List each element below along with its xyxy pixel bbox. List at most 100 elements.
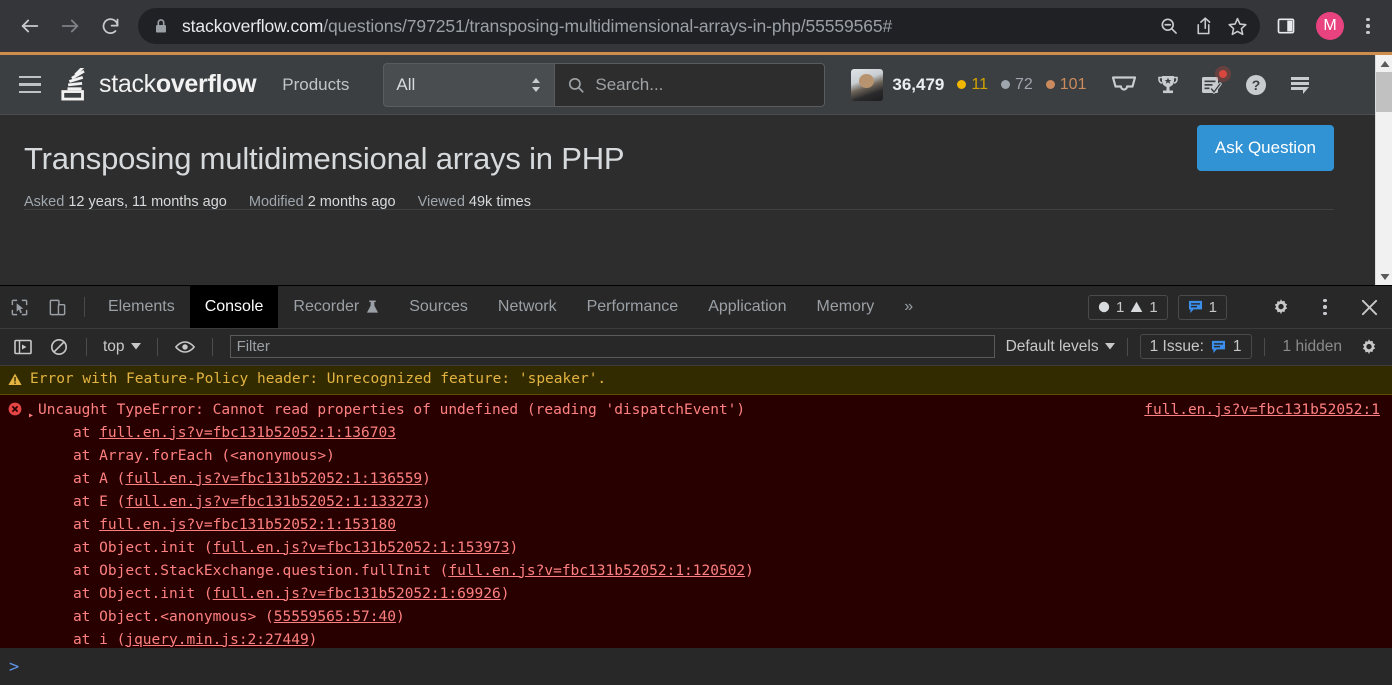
- stack-link[interactable]: jquery.min.js:2:27449: [125, 632, 308, 648]
- console-settings-gear-icon[interactable]: [1354, 332, 1384, 362]
- close-devtools-button[interactable]: [1352, 286, 1386, 329]
- divider: [24, 209, 1334, 210]
- kebab-dot: [1323, 298, 1327, 303]
- side-panel-button[interactable]: [1266, 6, 1306, 46]
- chat-icon[interactable]: [1286, 71, 1314, 99]
- search-input[interactable]: Search...: [555, 62, 826, 107]
- tab-sources[interactable]: Sources: [394, 286, 483, 328]
- stack-paren: ): [745, 562, 754, 579]
- profile-avatar[interactable]: M: [1316, 12, 1344, 40]
- devtools-menu-button[interactable]: [1308, 286, 1342, 329]
- header-icon-group: ?: [1110, 65, 1314, 99]
- stack-link[interactable]: full.en.js?v=fbc131b52052:1:153973: [213, 540, 510, 556]
- tab-label: Elements: [108, 298, 175, 315]
- help-icon[interactable]: ?: [1242, 71, 1270, 99]
- tab-console[interactable]: Console: [189, 286, 279, 328]
- stack-link[interactable]: full.en.js?v=fbc131b52052:1:69926: [213, 586, 501, 602]
- gold-badge-dot: [957, 80, 967, 89]
- tab-memory[interactable]: Memory: [801, 286, 889, 328]
- console-message-list[interactable]: Error with Feature-Policy header: Unreco…: [0, 365, 1392, 649]
- issues-message-icon: [1211, 340, 1225, 353]
- error-warning-badge[interactable]: 1 1: [1087, 294, 1168, 320]
- page-scrollbar[interactable]: [1375, 55, 1392, 285]
- stack-link[interactable]: full.en.js?v=fbc131b52052:1:136559: [125, 471, 422, 487]
- question-stats: Asked 12 years, 11 months ago Modified 2…: [24, 194, 1351, 210]
- error-source-link[interactable]: full.en.js?v=fbc131b52052:1: [1144, 399, 1380, 422]
- search-icon[interactable]: [1152, 9, 1186, 43]
- console-filter-input[interactable]: Filter: [229, 335, 995, 359]
- live-expression-eye-icon[interactable]: [170, 332, 200, 362]
- stack-line: at full.en.js?v=fbc131b52052:1:136703: [38, 425, 396, 441]
- stat-viewed: Viewed 49k times: [418, 194, 531, 210]
- forward-button[interactable]: [50, 6, 90, 46]
- back-button[interactable]: [10, 6, 50, 46]
- eye-glyph: [174, 341, 195, 353]
- ask-question-button[interactable]: Ask Question: [1196, 125, 1334, 171]
- tab-performance[interactable]: Performance: [572, 286, 694, 328]
- silver-badge-count: 72: [1014, 75, 1033, 93]
- beaker-icon: [367, 300, 379, 313]
- scroll-down-arrow[interactable]: [1376, 268, 1392, 285]
- inspect-element-icon[interactable]: [0, 286, 38, 328]
- tab-recorder[interactable]: Recorder: [278, 286, 394, 328]
- console-input-prompt[interactable]: >: [0, 648, 1392, 685]
- stack-link[interactable]: 55559565:57:40: [274, 609, 396, 625]
- search-scope-select[interactable]: All: [383, 62, 556, 107]
- scroll-up-arrow[interactable]: [1376, 55, 1392, 72]
- clear-console-button[interactable]: [44, 332, 74, 362]
- issues-summary-button[interactable]: 1 Issue: 1: [1139, 334, 1252, 360]
- log-levels-dropdown[interactable]: Default levels: [1006, 338, 1115, 356]
- user-profile-block[interactable]: 36,479 11 72 101: [851, 68, 1087, 101]
- device-toolbar-icon[interactable]: [38, 286, 76, 328]
- stack-paren: (: [203, 585, 213, 602]
- chevron-down-icon: [1380, 273, 1389, 280]
- bronze-badge-count: 101: [1059, 75, 1087, 93]
- trophy-icon[interactable]: [1154, 71, 1182, 99]
- devtools-panel: Elements Console Recorder Sources Networ…: [0, 285, 1392, 685]
- hamburger-menu-icon[interactable]: [8, 63, 52, 107]
- reload-button[interactable]: [90, 6, 130, 46]
- stack-link[interactable]: full.en.js?v=fbc131b52052:1:136703: [99, 425, 396, 441]
- nav-products[interactable]: Products: [282, 75, 349, 95]
- tab-elements[interactable]: Elements: [93, 286, 190, 328]
- device-glyph: [49, 299, 65, 315]
- stack-link[interactable]: full.en.js?v=fbc131b52052:1:120502: [448, 563, 745, 579]
- console-warning-message[interactable]: Error with Feature-Policy header: Unreco…: [0, 365, 1392, 395]
- badge-bronze[interactable]: 101: [1045, 75, 1087, 94]
- kebab-dot: [1366, 17, 1370, 22]
- badge-silver[interactable]: 72: [1000, 75, 1033, 94]
- stack-function: Object.init: [99, 539, 204, 556]
- settings-gear-icon[interactable]: [1264, 286, 1298, 329]
- divider: [86, 337, 87, 356]
- user-avatar[interactable]: [851, 68, 884, 101]
- error-circle-icon: [8, 402, 22, 416]
- tab-network[interactable]: Network: [483, 286, 572, 328]
- tab-application[interactable]: Application: [693, 286, 801, 328]
- review-queue-icon[interactable]: [1198, 65, 1232, 99]
- stack-link[interactable]: full.en.js?v=fbc131b52052:1:133273: [125, 494, 422, 510]
- stack-prefix: at: [38, 539, 100, 556]
- share-icon[interactable]: [1186, 9, 1220, 43]
- inbox-icon[interactable]: [1110, 71, 1138, 99]
- stackoverflow-logo[interactable]: stackoverflow: [60, 67, 257, 102]
- execution-context-selector[interactable]: top: [99, 338, 145, 356]
- issues-badge[interactable]: 1: [1177, 294, 1227, 320]
- close-icon: [1361, 299, 1377, 315]
- inspect-cursor-glyph: [11, 299, 27, 315]
- tab-label: Console: [204, 298, 264, 315]
- stack-prefix: at: [38, 493, 100, 510]
- stack-function: A: [99, 470, 117, 487]
- console-sidebar-icon[interactable]: [8, 332, 38, 362]
- stat-modified: Modified 2 months ago: [249, 194, 396, 210]
- expand-triangle-icon[interactable]: ▸: [28, 404, 34, 427]
- console-error-message[interactable]: ▸ Uncaught TypeError: Cannot read proper…: [0, 394, 1392, 649]
- tab-overflow-button[interactable]: »: [889, 286, 928, 328]
- stack-link[interactable]: full.en.js?v=fbc131b52052:1:153180: [99, 517, 396, 533]
- scroll-thumb[interactable]: [1376, 72, 1392, 112]
- badge-gold[interactable]: 11: [957, 76, 988, 94]
- stack-prefix: at: [38, 608, 100, 625]
- browser-menu-button[interactable]: [1354, 17, 1382, 35]
- url-domain: stackoverflow.com: [182, 15, 324, 36]
- address-bar[interactable]: stackoverflow.com/questions/797251/trans…: [138, 8, 1260, 44]
- bookmark-star-icon[interactable]: [1220, 9, 1254, 43]
